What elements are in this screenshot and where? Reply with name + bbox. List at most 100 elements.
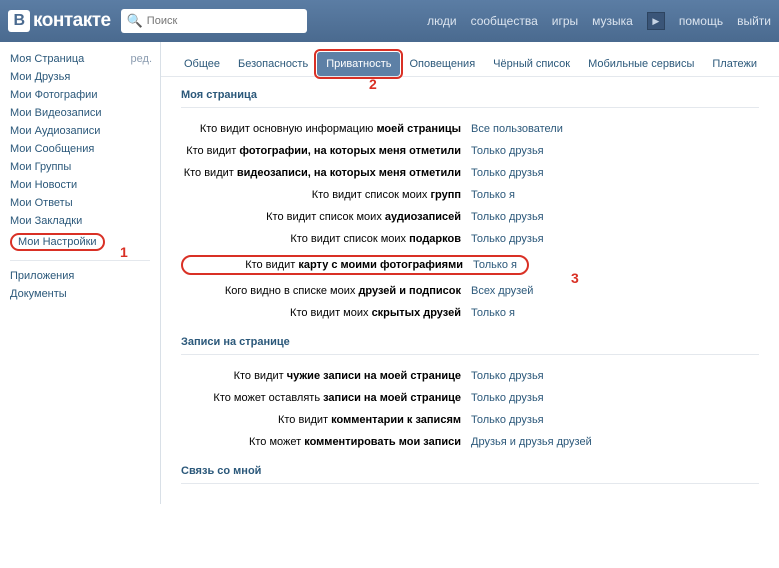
privacy-value[interactable]: Только я — [471, 307, 515, 319]
logo[interactable]: В контакте — [8, 10, 111, 32]
tab-mobile[interactable]: Мобильные сервисы — [579, 52, 703, 76]
row-label-bold: комментировать мои записи — [304, 436, 461, 448]
sidebar-item-messages[interactable]: Мои Сообщения — [10, 140, 160, 158]
tab-notifications[interactable]: Оповещения — [400, 52, 484, 76]
privacy-row: Кто видит видеозаписи, на которых меня о… — [181, 162, 759, 184]
privacy-value[interactable]: Только друзья — [471, 167, 544, 179]
sidebar-edit-link[interactable]: ред. — [131, 50, 152, 68]
nav-people[interactable]: люди — [427, 14, 456, 28]
top-nav: люди сообщества игры музыка ▶ помощь вый… — [427, 12, 771, 30]
sidebar-item-news[interactable]: Мои Новости — [10, 176, 160, 194]
search-icon: 🔍 — [127, 13, 143, 29]
sidebar-item-settings[interactable]: Мои Настройки — [10, 230, 160, 254]
search-input[interactable] — [147, 15, 297, 27]
privacy-value[interactable]: Только я — [473, 259, 517, 271]
sidebar-item-photos[interactable]: Мои Фотографии — [10, 86, 160, 104]
privacy-value[interactable]: Только друзья — [471, 145, 544, 157]
row-label-text: Кого видно в списке моих — [225, 285, 359, 297]
nav-help[interactable]: помощь — [679, 14, 723, 28]
privacy-value[interactable]: Только друзья — [471, 211, 544, 223]
privacy-row: Кто видит фотографии, на которых меня от… — [181, 140, 759, 162]
sidebar-item-audio[interactable]: Мои Аудиозаписи — [10, 122, 160, 140]
settings-tabs: Общее Безопасность Приватность Оповещени… — [161, 42, 779, 77]
section-contact: Связь со мной — [161, 453, 779, 484]
row-label-text: Кто видит — [278, 414, 331, 426]
row-label-bold: подарков — [409, 233, 461, 245]
nav-games[interactable]: игры — [552, 14, 578, 28]
tab-payments[interactable]: Платежи — [703, 52, 766, 76]
privacy-row: Кого видно в списке моих друзей и подпис… — [181, 280, 759, 302]
row-label-text: Кто видит — [186, 145, 239, 157]
privacy-row: Кто видит чужие записи на моей странице … — [181, 365, 759, 387]
row-label-bold: записи на моей странице — [323, 392, 461, 404]
row-label-text: Кто может — [249, 436, 304, 448]
layout: Моя Страница ред. Мои Друзья Мои Фотогра… — [0, 42, 779, 504]
section-title-contact: Связь со мной — [181, 465, 759, 484]
row-label-text: Кто видит — [184, 167, 237, 179]
privacy-value[interactable]: Всех друзей — [471, 285, 533, 297]
nav-communities[interactable]: сообщества — [471, 14, 538, 28]
tab-security[interactable]: Безопасность — [229, 52, 317, 76]
annotation-1: 1 — [120, 244, 128, 260]
section-title-mypage: Моя страница — [181, 89, 759, 108]
sidebar-item-docs[interactable]: Документы — [10, 285, 160, 303]
sidebar-item-groups[interactable]: Мои Группы — [10, 158, 160, 176]
nav-logout[interactable]: выйти — [737, 14, 771, 28]
sidebar-divider — [10, 260, 150, 261]
row-label-bold: аудиозаписей — [385, 211, 461, 223]
privacy-row-highlighted: Кто видит карту с моими фотографиями Тол… — [181, 250, 759, 280]
annotation-3: 3 — [571, 270, 579, 286]
sidebar-item-friends[interactable]: Мои Друзья — [10, 68, 160, 86]
top-header: В контакте 🔍 люди сообщества игры музыка… — [0, 0, 779, 42]
nav-music[interactable]: музыка — [592, 14, 633, 28]
privacy-value[interactable]: Только друзья — [471, 370, 544, 382]
section-my-page: Моя страница Кто видит основную информац… — [161, 77, 779, 324]
logo-icon: В — [8, 10, 30, 32]
privacy-value[interactable]: Только друзья — [471, 392, 544, 404]
sidebar-item-mypage[interactable]: Моя Страница — [10, 50, 84, 68]
privacy-row: Кто видит комментарии к записям Только д… — [181, 409, 759, 431]
sidebar: Моя Страница ред. Мои Друзья Мои Фотогра… — [0, 42, 160, 504]
row-label-bold: комментарии к записям — [331, 414, 461, 426]
row-label-bold: друзей и подписок — [358, 285, 461, 297]
privacy-row: Кто может оставлять записи на моей стран… — [181, 387, 759, 409]
sidebar-item-answers[interactable]: Мои Ответы — [10, 194, 160, 212]
row-label-bold: чужие записи на моей странице — [287, 370, 461, 382]
annotation-2: 2 — [369, 76, 377, 92]
row-label-text: Кто видит список моих — [290, 233, 409, 245]
sidebar-item-apps[interactable]: Приложения — [10, 267, 160, 285]
search-box[interactable]: 🔍 — [121, 9, 307, 33]
row-label-text: Кто видит — [245, 259, 298, 271]
row-label-text: Кто видит список моих — [312, 189, 431, 201]
privacy-row: Кто видит основную информацию моей стран… — [181, 118, 759, 140]
logo-text: контакте — [33, 10, 111, 32]
section-wall: Записи на странице Кто видит чужие запис… — [161, 324, 779, 453]
row-label-text: Кто видит моих — [290, 307, 372, 319]
main-content: Общее Безопасность Приватность Оповещени… — [160, 42, 779, 504]
privacy-row: Кто видит список моих аудиозаписей Тольк… — [181, 206, 759, 228]
row-label-bold: видеозаписи, на которых меня отметили — [237, 167, 461, 179]
sidebar-item-videos[interactable]: Мои Видеозаписи — [10, 104, 160, 122]
row-label-bold: моей страницы — [376, 123, 461, 135]
privacy-value[interactable]: Только друзья — [471, 414, 544, 426]
row-label-text: Кто видит — [234, 370, 287, 382]
row-label-text: Кто может оставлять — [213, 392, 323, 404]
section-title-wall: Записи на странице — [181, 336, 759, 355]
sidebar-item-bookmarks[interactable]: Мои Закладки — [10, 212, 160, 230]
privacy-value[interactable]: Все пользователи — [471, 123, 563, 135]
privacy-value[interactable]: Друзья и друзья друзей — [471, 436, 592, 448]
privacy-row: Кто видит моих скрытых друзей Только я — [181, 302, 759, 324]
row-label-text: Кто видит список моих — [266, 211, 385, 223]
row-label-bold: скрытых друзей — [372, 307, 461, 319]
play-icon[interactable]: ▶ — [647, 12, 665, 30]
privacy-value[interactable]: Только друзья — [471, 233, 544, 245]
tab-privacy[interactable]: Приватность — [317, 52, 400, 76]
privacy-row: Кто видит список моих групп Только я — [181, 184, 759, 206]
row-label-bold: карту с моими фотографиями — [298, 259, 463, 271]
row-label-bold: групп — [430, 189, 461, 201]
row-label-bold: фотографии, на которых меня отметили — [239, 145, 461, 157]
privacy-value[interactable]: Только я — [471, 189, 515, 201]
tab-general[interactable]: Общее — [175, 52, 229, 76]
tab-blacklist[interactable]: Чёрный список — [484, 52, 579, 76]
privacy-row: Кто видит список моих подарков Только др… — [181, 228, 759, 250]
